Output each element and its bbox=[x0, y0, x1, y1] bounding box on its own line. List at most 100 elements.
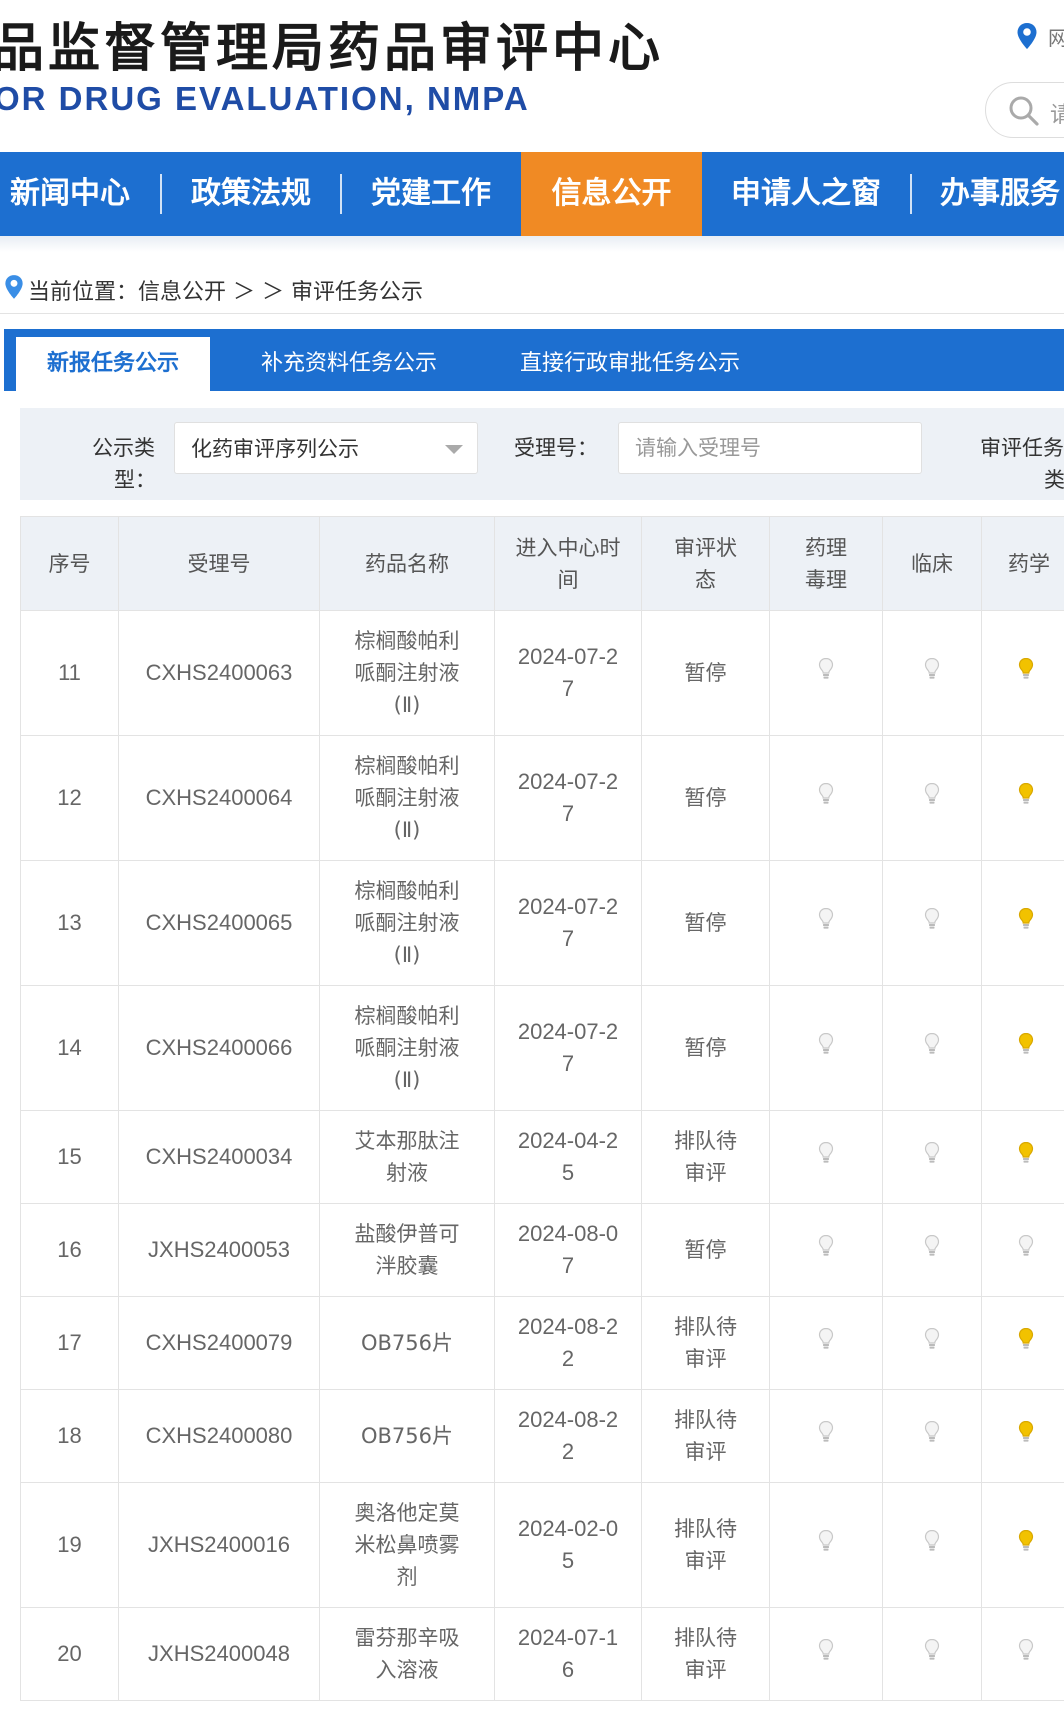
row-no: 16 bbox=[20, 1203, 119, 1297]
row-no: 13 bbox=[20, 860, 119, 986]
breadcrumb-prefix: 当前位置： bbox=[28, 280, 139, 305]
divider bbox=[0, 313, 1064, 314]
table-row[interactable]: 18 CXHS2400080 OB756片 2024-08-22 排队待审评 bbox=[20, 1389, 1064, 1483]
row-pharm-tox bbox=[769, 1607, 883, 1701]
location-link[interactable]: 网 bbox=[1048, 22, 1064, 51]
breadcrumb-path[interactable]: 信息公开 ＞ ＞ 审评任务公示 bbox=[138, 274, 423, 306]
row-drug-name: 雷芬那辛吸入溶液 bbox=[319, 1607, 495, 1701]
row-no: 11 bbox=[20, 610, 119, 736]
bulb-on-icon bbox=[1018, 907, 1034, 940]
row-pharm-tox bbox=[769, 1389, 883, 1483]
bulb-off-icon bbox=[818, 657, 834, 690]
row-no: 18 bbox=[20, 1389, 119, 1483]
tab-new-tasks[interactable]: 新报任务公示 bbox=[16, 337, 210, 391]
row-clinical bbox=[882, 1110, 982, 1204]
tab-supplement-tasks[interactable]: 补充资料任务公示 bbox=[234, 337, 464, 391]
row-pharmacy bbox=[981, 1296, 1064, 1390]
site-search-box[interactable]: 请 bbox=[985, 82, 1064, 138]
bulb-off-icon bbox=[1018, 1234, 1034, 1267]
row-pharm-tox bbox=[769, 735, 883, 861]
row-review-status: 暂停 bbox=[641, 735, 770, 861]
row-accept-no: CXHS2400034 bbox=[118, 1110, 320, 1204]
accept-no-label: 受理号： bbox=[514, 436, 598, 460]
table-row[interactable]: 14 CXHS2400066 棕榈酸帕利哌酮注射液(Ⅱ) 2024-07-27 暂停 bbox=[20, 985, 1064, 1111]
row-entry-time: 2024-07-27 bbox=[494, 860, 642, 986]
task-type-label-1: 审评任务 bbox=[980, 436, 1064, 460]
row-review-status: 排队待审评 bbox=[641, 1110, 770, 1204]
row-entry-time: 2024-07-27 bbox=[494, 735, 642, 861]
row-review-status: 排队待审评 bbox=[641, 1607, 770, 1701]
table-row[interactable]: 12 CXHS2400064 棕榈酸帕利哌酮注射液(Ⅱ) 2024-07-27 暂停 bbox=[20, 735, 1064, 861]
row-entry-time: 2024-08-22 bbox=[494, 1296, 642, 1390]
site-header: 品监督管理局药品审评中心 OR DRUG EVALUATION, NMPA 网 … bbox=[0, 0, 1064, 152]
row-clinical bbox=[882, 1607, 982, 1701]
row-accept-no: CXHS2400063 bbox=[118, 610, 320, 736]
bulb-off-icon bbox=[924, 1529, 940, 1562]
task-tabs: 新报任务公示 补充资料任务公示 直接行政审批任务公示 bbox=[4, 329, 1064, 391]
table-row[interactable]: 11 CXHS2400063 棕榈酸帕利哌酮注射液(Ⅱ) 2024-07-27 暂停 bbox=[20, 610, 1064, 736]
bulb-off-icon bbox=[924, 1234, 940, 1267]
table-row[interactable]: 16 JXHS2400053 盐酸伊普可泮胶囊 2024-08-07 暂停 bbox=[20, 1203, 1064, 1297]
bulb-off-icon bbox=[818, 1529, 834, 1562]
nav-item-info-public[interactable]: 信息公开 bbox=[521, 152, 702, 236]
col-header-accept-no: 受理号 bbox=[118, 516, 320, 611]
table-row[interactable]: 15 CXHS2400034 艾本那肽注射液 2024-04-25 排队待审评 bbox=[20, 1110, 1064, 1204]
table-row[interactable]: 13 CXHS2400065 棕榈酸帕利哌酮注射液(Ⅱ) 2024-07-27 暂停 bbox=[20, 860, 1064, 986]
nav-shadow bbox=[0, 236, 1064, 252]
row-accept-no: CXHS2400080 bbox=[118, 1389, 320, 1483]
row-drug-name: 奥洛他定莫米松鼻喷雾剂 bbox=[319, 1482, 495, 1608]
row-clinical bbox=[882, 1389, 982, 1483]
col-header-pharm-tox: 药理毒理 bbox=[769, 516, 883, 611]
row-no: 15 bbox=[20, 1110, 119, 1204]
bulb-off-icon bbox=[818, 1032, 834, 1065]
announce-type-select[interactable]: 化药审评序列公示 bbox=[174, 422, 478, 474]
site-title-cn: 品监督管理局药品审评中心 bbox=[0, 19, 665, 79]
bulb-on-icon bbox=[1018, 1327, 1034, 1360]
row-clinical bbox=[882, 735, 982, 861]
row-pharm-tox bbox=[769, 985, 883, 1111]
bulb-on-icon bbox=[1018, 1032, 1034, 1065]
row-clinical bbox=[882, 610, 982, 736]
col-header-drug-name: 药品名称 bbox=[319, 516, 495, 611]
nav-item-services[interactable]: 办事服务 bbox=[940, 152, 1064, 236]
accept-no-input[interactable] bbox=[618, 422, 922, 474]
row-drug-name: 盐酸伊普可泮胶囊 bbox=[319, 1203, 495, 1297]
row-accept-no: CXHS2400079 bbox=[118, 1296, 320, 1390]
row-review-status: 暂停 bbox=[641, 1203, 770, 1297]
bulb-off-icon bbox=[818, 1141, 834, 1174]
row-review-status: 暂停 bbox=[641, 985, 770, 1111]
table-row[interactable]: 17 CXHS2400079 OB756片 2024-08-22 排队待审评 bbox=[20, 1296, 1064, 1390]
announce-type-label-2: 型： bbox=[114, 468, 156, 492]
row-pharm-tox bbox=[769, 610, 883, 736]
row-review-status: 暂停 bbox=[641, 860, 770, 986]
row-clinical bbox=[882, 860, 982, 986]
row-pharmacy bbox=[981, 610, 1064, 736]
table-row[interactable]: 19 JXHS2400016 奥洛他定莫米松鼻喷雾剂 2024-02-05 排队待审评 bbox=[20, 1482, 1064, 1608]
row-review-status: 排队待审评 bbox=[641, 1296, 770, 1390]
nav-divider bbox=[910, 174, 912, 214]
row-pharmacy bbox=[981, 1389, 1064, 1483]
row-accept-no: JXHS2400016 bbox=[118, 1482, 320, 1608]
row-drug-name: 棕榈酸帕利哌酮注射液(Ⅱ) bbox=[319, 735, 495, 861]
row-pharmacy bbox=[981, 1110, 1064, 1204]
tab-direct-approval-tasks[interactable]: 直接行政审批任务公示 bbox=[500, 337, 760, 391]
row-drug-name: 棕榈酸帕利哌酮注射液(Ⅱ) bbox=[319, 985, 495, 1111]
nav-item-news[interactable]: 新闻中心 bbox=[10, 152, 130, 236]
bulb-off-icon bbox=[924, 1032, 940, 1065]
nav-item-policy[interactable]: 政策法规 bbox=[190, 152, 312, 236]
row-pharmacy bbox=[981, 1203, 1064, 1297]
row-accept-no: CXHS2400065 bbox=[118, 860, 320, 986]
row-clinical bbox=[882, 1203, 982, 1297]
search-icon[interactable] bbox=[1008, 95, 1040, 131]
row-pharmacy bbox=[981, 1607, 1064, 1701]
bulb-off-icon bbox=[924, 1638, 940, 1671]
breadcrumb: 当前位置： 信息公开 ＞ ＞ 审评任务公示 bbox=[4, 270, 423, 310]
bulb-off-icon bbox=[924, 1420, 940, 1453]
chevron-down-icon bbox=[445, 445, 463, 454]
table-row[interactable]: 20 JXHS2400048 雷芬那辛吸入溶液 2024-07-16 排队待审评 bbox=[20, 1607, 1064, 1701]
nav-item-applicant[interactable]: 申请人之窗 bbox=[730, 152, 882, 236]
row-accept-no: JXHS2400048 bbox=[118, 1607, 320, 1701]
row-accept-no: CXHS2400064 bbox=[118, 735, 320, 861]
nav-item-party[interactable]: 党建工作 bbox=[370, 152, 492, 236]
row-review-status: 排队待审评 bbox=[641, 1389, 770, 1483]
